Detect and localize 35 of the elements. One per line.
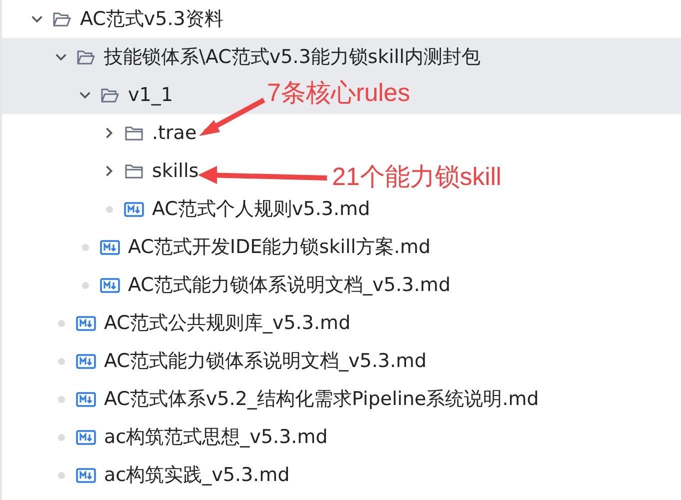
markdown-icon <box>124 200 144 218</box>
bullet-dot-icon <box>58 320 64 326</box>
open-folder-icon <box>76 48 96 66</box>
markdown-icon <box>76 352 96 370</box>
annotation-label: 7条核心rules <box>267 78 410 109</box>
open-folder-icon <box>100 86 120 104</box>
bullet-dot-icon <box>58 358 64 364</box>
item-name[interactable]: ac构筑实践_v5.3.md <box>104 462 290 488</box>
item-name[interactable]: AC范式公共规则库_v5.3.md <box>104 310 350 336</box>
item-name[interactable]: skills <box>152 160 199 182</box>
markdown-icon <box>76 314 96 332</box>
markdown-icon <box>100 276 120 294</box>
item-name[interactable]: ac构筑范式思想_v5.3.md <box>104 424 328 450</box>
item-name[interactable]: .trae <box>152 122 197 144</box>
item-name[interactable]: v1_1 <box>128 84 173 106</box>
folder-icon <box>124 124 144 142</box>
annotation-label: 21个能力锁skill <box>332 162 502 193</box>
item-name[interactable]: AC范式个人规则v5.3.md <box>152 196 370 222</box>
markdown-icon <box>100 238 120 256</box>
bullet-dot-icon <box>58 434 64 440</box>
bullet-dot-icon <box>58 472 64 478</box>
open-folder-icon <box>52 10 72 28</box>
folder-icon <box>124 162 144 180</box>
item-name[interactable]: AC范式能力锁体系说明文档_v5.3.md <box>128 272 450 298</box>
item-name[interactable]: AC范式能力锁体系说明文档_v5.3.md <box>104 348 426 374</box>
markdown-icon <box>76 428 96 446</box>
bullet-dot-icon <box>82 244 88 250</box>
bullet-dot-icon <box>106 206 112 212</box>
bullet-dot-icon <box>58 396 64 402</box>
markdown-icon <box>76 466 96 484</box>
item-name[interactable]: AC范式v5.3资料 <box>80 6 224 32</box>
bullet-dot-icon <box>82 282 88 288</box>
markdown-icon <box>76 390 96 408</box>
item-name[interactable]: AC范式开发IDE能力锁skill方案.md <box>128 234 431 260</box>
item-name[interactable]: AC范式体系v5.2_结构化需求Pipeline系统说明.md <box>104 386 539 412</box>
